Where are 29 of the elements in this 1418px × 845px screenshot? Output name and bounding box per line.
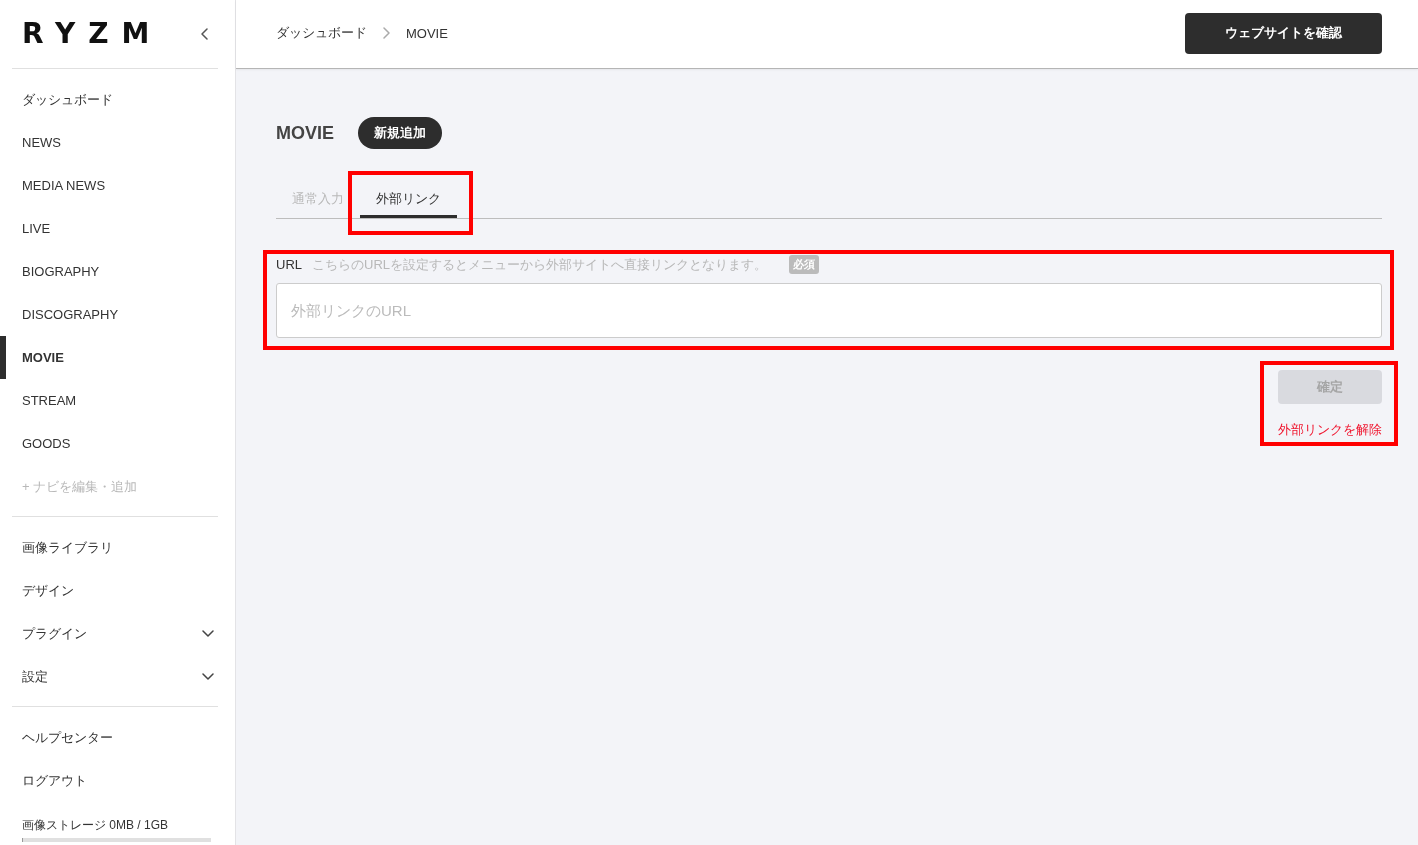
required-badge: 必須: [789, 255, 820, 274]
breadcrumb-link[interactable]: ダッシュボード: [276, 24, 367, 42]
nav-item[interactable]: LIVE: [0, 207, 235, 250]
nav-item[interactable]: MEDIA NEWS: [0, 164, 235, 207]
nav-item[interactable]: 設定: [0, 655, 235, 698]
tab[interactable]: 外部リンク: [360, 181, 457, 218]
storage-label: 画像ストレージ 0MB / 1GB: [22, 817, 170, 833]
nav-item[interactable]: DISCOGRAPHY: [0, 293, 235, 336]
remove-link[interactable]: 外部リンクを解除: [1278, 421, 1382, 438]
field-label: URL: [276, 257, 302, 272]
url-input[interactable]: 外部リンクのURL: [276, 283, 1382, 338]
nav-item[interactable]: GOODS: [0, 422, 235, 465]
nav-item[interactable]: デザイン: [0, 569, 235, 612]
nav-item[interactable]: ダッシュボード: [0, 78, 235, 121]
chevron-left-icon[interactable]: [201, 28, 208, 40]
nav-item[interactable]: BIOGRAPHY: [0, 250, 235, 293]
nav-item[interactable]: ヘルプセンター: [0, 716, 235, 759]
nav-item[interactable]: プラグイン: [0, 612, 235, 655]
view-website-button[interactable]: ウェブサイトを確認: [1185, 12, 1382, 54]
nav-item[interactable]: STREAM: [0, 379, 235, 422]
nav-item[interactable]: MOVIE: [0, 336, 235, 379]
logo: RYZM: [22, 20, 163, 48]
nav-item[interactable]: 画像ライブラリ: [0, 526, 235, 569]
chevron-right-icon: [383, 27, 390, 39]
nav-item[interactable]: NEWS: [0, 121, 235, 164]
page-title: MOVIE: [276, 122, 334, 144]
breadcrumb-current: MOVIE: [406, 25, 448, 41]
nav-item[interactable]: ログアウト: [0, 759, 235, 802]
add-new-button[interactable]: 新規追加: [358, 117, 442, 149]
